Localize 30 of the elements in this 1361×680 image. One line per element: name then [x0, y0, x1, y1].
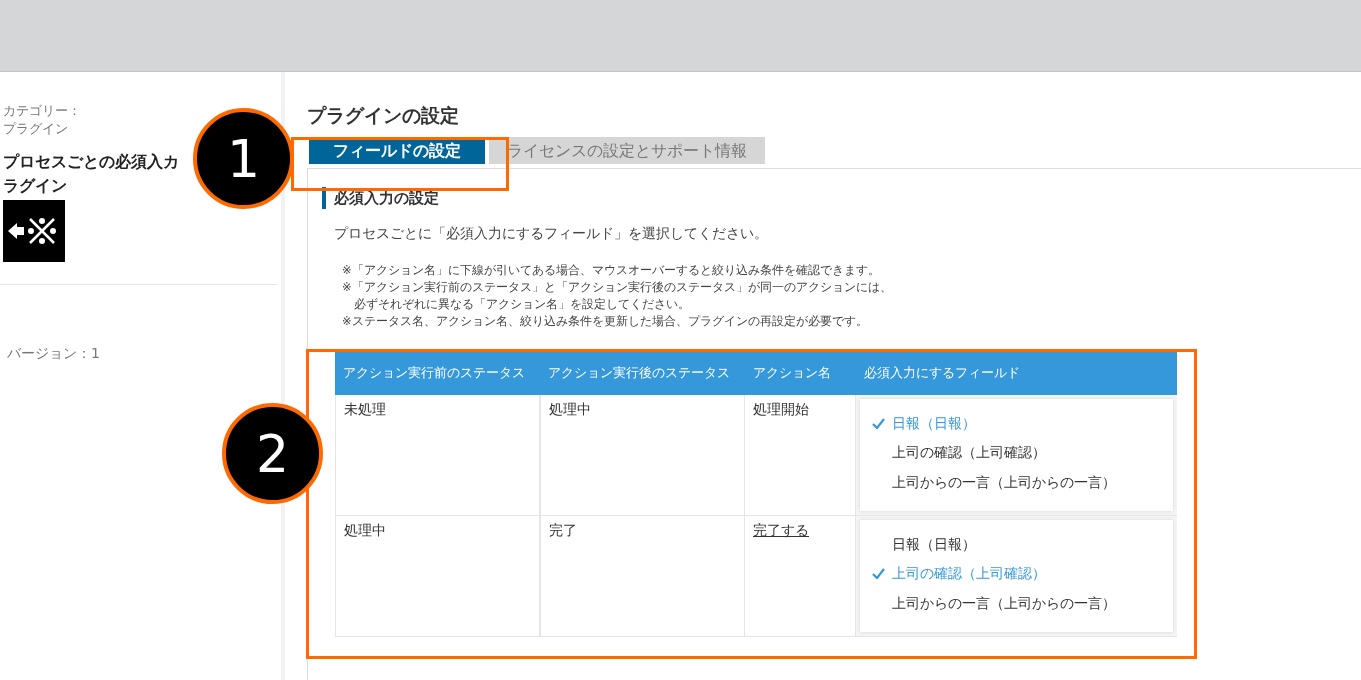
callout-number: 2	[222, 403, 323, 504]
table-cell: 処理中	[540, 395, 745, 515]
callout-number: 1	[193, 108, 294, 209]
intro-text: プロセスごとに「必須入力にするフィールド」を選択してください。	[334, 224, 769, 243]
note-text: 必ずそれぞれに異なる「アクション名」を設定してください。	[353, 296, 691, 313]
category-value: プラグイン	[3, 120, 69, 138]
column-header: 必須入力にするフィールド	[863, 364, 1021, 383]
table-cell: 完了	[540, 516, 745, 636]
note-text: ※「アクション名」に下線が引いてある場合、マウスオーバーすると絞り込み条件を確認できます。	[342, 262, 881, 279]
table-cell: 処理中	[335, 516, 540, 636]
plugin-logo	[3, 200, 65, 262]
category-label: カテゴリー：	[3, 102, 82, 120]
note-text: ※ステータス名、アクション名、絞り込み条件を更新した場合、プラグインの再設定が必要です。	[342, 313, 869, 330]
page-title: プラグインの設定	[307, 103, 460, 128]
action-name: 処理開始	[753, 401, 809, 417]
section-heading: 必須入力の設定	[322, 187, 1361, 209]
action-link[interactable]: 完了する	[753, 522, 809, 538]
field-option[interactable]: 上司の確認（上司確認）	[872, 442, 1173, 463]
note-text: ※「アクション実行前のステータス」と「アクション実行後のステータス」が同一のアクションには、	[342, 279, 893, 296]
table-cell: 未処理	[335, 395, 540, 515]
check-icon	[872, 567, 885, 579]
field-option[interactable]: 上司からの一言（上司からの一言）	[872, 471, 1173, 492]
plugin-title: プロセスごとの必須入カ ラグイン	[3, 151, 180, 197]
version-text: バージョン：1	[6, 344, 101, 363]
check-icon	[872, 417, 885, 429]
column-header: アクション名	[752, 364, 832, 383]
column-header: アクション実行前のステータス	[342, 364, 526, 383]
column-header: アクション実行後のステータス	[547, 364, 731, 383]
field-option[interactable]: 上司からの一言（上司からの一言）	[872, 592, 1173, 613]
field-option[interactable]: 日報（日報）	[872, 534, 1173, 555]
